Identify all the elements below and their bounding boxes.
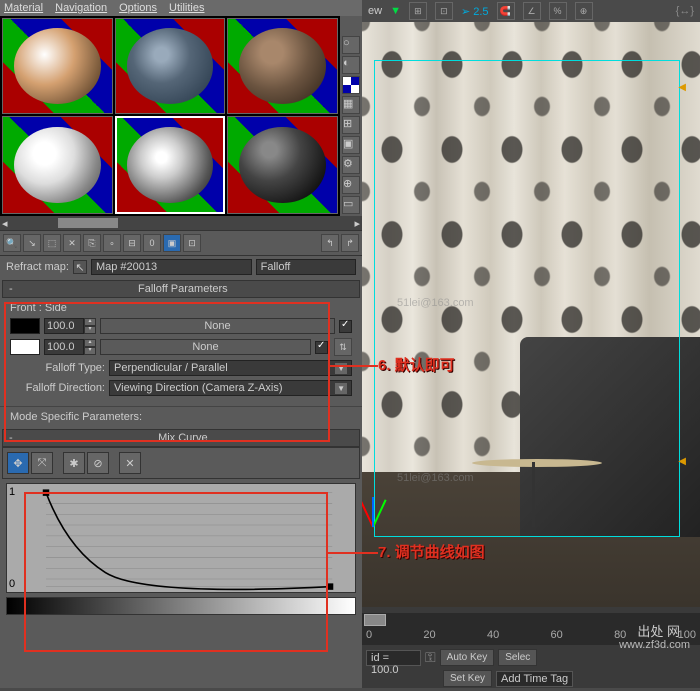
selected-button[interactable]: Selec <box>498 649 537 666</box>
material-slot-3[interactable] <box>227 18 338 114</box>
material-slot-1[interactable] <box>2 18 113 114</box>
mode-specific-label: Mode Specific Parameters: <box>0 406 362 427</box>
side-tool-slots[interactable]: ▭ <box>342 196 360 214</box>
addtag-field[interactable]: Add Time Tag <box>496 671 573 687</box>
scale-tool-icon[interactable]: ⤧ <box>31 452 53 474</box>
spinner-snap-icon[interactable]: ⊕ <box>575 2 593 20</box>
go-parent-icon[interactable]: ↰ <box>321 234 339 252</box>
move-tool-icon[interactable]: ✥ <box>7 452 29 474</box>
grid-field[interactable]: id = 100.0 <box>366 650 421 666</box>
view-label: ew <box>368 5 382 17</box>
map-1-enable[interactable] <box>339 320 352 333</box>
falloff-type-dropdown[interactable]: Perpendicular / Parallel <box>109 360 352 376</box>
time-marker[interactable] <box>364 614 386 626</box>
make-unique-icon[interactable]: ∘ <box>103 234 121 252</box>
color-swatch-1[interactable] <box>10 318 40 334</box>
menu-options[interactable]: Options <box>119 2 157 14</box>
swap-icon[interactable]: ⇅ <box>334 338 352 356</box>
pick-icon[interactable]: ↖ <box>73 260 87 274</box>
material-toolbar: 🔍 ↘ ⬚ ✕ ⎘ ∘ ⊟ 0 ▣ ⊡ ↰ ↱ <box>0 230 362 256</box>
reset-curve-icon[interactable]: ✕ <box>119 452 141 474</box>
curve-toolbar: ✥ ⤧ ✱ ⊘ ✕ <box>2 447 360 479</box>
menu-material[interactable]: Material <box>4 2 43 14</box>
snap2-icon[interactable]: ⊡ <box>435 2 453 20</box>
output-gradient <box>6 597 356 615</box>
material-slot-5[interactable] <box>115 116 226 214</box>
color-swatch-2[interactable] <box>10 339 40 355</box>
make-copy-icon[interactable]: ⎘ <box>83 234 101 252</box>
side-tool-video[interactable]: ▣ <box>342 136 360 154</box>
curve-editor[interactable]: 1 0 <box>6 483 356 593</box>
angle-snap-icon[interactable]: ∠ <box>523 2 541 20</box>
assign-icon[interactable]: ⬚ <box>43 234 61 252</box>
side-tool-light[interactable]: ◐ <box>342 56 360 74</box>
value-2-spinner[interactable]: ▴▾ <box>44 339 96 355</box>
reset-icon[interactable]: ✕ <box>63 234 81 252</box>
material-slot-6[interactable] <box>227 116 338 214</box>
material-slot-2[interactable] <box>115 18 226 114</box>
timeline: 020406080100 id = 100.0 ⚿ Auto Key Selec… <box>362 613 700 688</box>
get-material-icon[interactable]: 🔍 <box>3 234 21 252</box>
setkey-button[interactable]: Set Key <box>443 670 492 687</box>
side-toolbar: ○ ◐ ▦ ⊞ ▣ ⚙ ⊕ ▭ <box>340 34 362 216</box>
falloff-dir-dropdown[interactable]: Viewing Direction (Camera Z-Axis) <box>109 380 352 396</box>
map-2-enable[interactable] <box>315 341 328 354</box>
axis-marker-icon: ◀ <box>678 456 686 467</box>
refract-map-row: Refract map: ↖ Map #20013 Falloff <box>0 256 362 278</box>
falloff-type-label: Falloff Type: <box>10 362 105 374</box>
key-icon: ⚿ <box>425 649 436 666</box>
map-2-button[interactable]: None <box>100 339 311 355</box>
side-tool-repeat[interactable]: ⊞ <box>342 116 360 134</box>
menu-navigation[interactable]: Navigation <box>55 2 107 14</box>
autokey-button[interactable]: Auto Key <box>440 649 495 666</box>
value-1-spinner[interactable]: ▴▾ <box>44 318 96 334</box>
put-to-lib-icon[interactable]: ⊟ <box>123 234 141 252</box>
axis-marker-icon: ◀ <box>678 82 686 93</box>
front-side-label: Front : Side <box>10 302 352 314</box>
material-scrollbar[interactable]: ◂▸ <box>0 216 362 230</box>
percent-snap-icon[interactable]: % <box>549 2 567 20</box>
side-tool-sample[interactable]: ○ <box>342 36 360 54</box>
magnet-icon[interactable]: 🧲 <box>497 2 515 20</box>
side-tool-backlight[interactable]: ▦ <box>342 96 360 114</box>
refract-label: Refract map: <box>6 261 69 273</box>
falloff-dir-label: Falloff Direction: <box>10 382 105 394</box>
show-end-result-icon[interactable]: ⊡ <box>183 234 201 252</box>
viewport-toolbar: ew ▼ ⊞ ⊡ ➢ 2.5 🧲 ∠ % ⊕ {↔} <box>362 0 700 22</box>
value-2-input[interactable] <box>44 339 84 355</box>
safe-frame <box>374 60 680 537</box>
show-in-viewport-icon[interactable]: ▣ <box>163 234 181 252</box>
delete-point-icon[interactable]: ⊘ <box>87 452 109 474</box>
falloff-params-header[interactable]: - Falloff Parameters <box>2 280 360 298</box>
mix-curve-header[interactable]: - Mix Curve <box>2 429 360 447</box>
menu-utilities[interactable]: Utilities <box>169 2 204 14</box>
map-type-field[interactable]: Falloff <box>256 259 356 275</box>
material-slot-4[interactable] <box>2 116 113 214</box>
side-tool-bg[interactable] <box>342 76 360 94</box>
put-to-scene-icon[interactable]: ↘ <box>23 234 41 252</box>
value-1-input[interactable] <box>44 318 84 334</box>
material-id-icon[interactable]: 0 <box>143 234 161 252</box>
time-ruler[interactable]: 020406080100 <box>362 627 700 645</box>
map-1-button[interactable]: None <box>100 318 335 334</box>
snap-icon[interactable]: ⊞ <box>409 2 427 20</box>
time-scrubber[interactable] <box>362 613 700 627</box>
side-tool-magnify[interactable]: ⊕ <box>342 176 360 194</box>
viewport[interactable]: ◀ ◀ 51lei@163.com 51lei@163.com <box>362 22 700 607</box>
map-name-field[interactable]: Map #20013 <box>91 259 252 275</box>
side-tool-options[interactable]: ⚙ <box>342 156 360 174</box>
menu-bar: Material Navigation Options Utilities <box>0 0 362 16</box>
go-forward-icon[interactable]: ↱ <box>341 234 359 252</box>
material-slots <box>0 16 340 216</box>
add-point-icon[interactable]: ✱ <box>63 452 85 474</box>
